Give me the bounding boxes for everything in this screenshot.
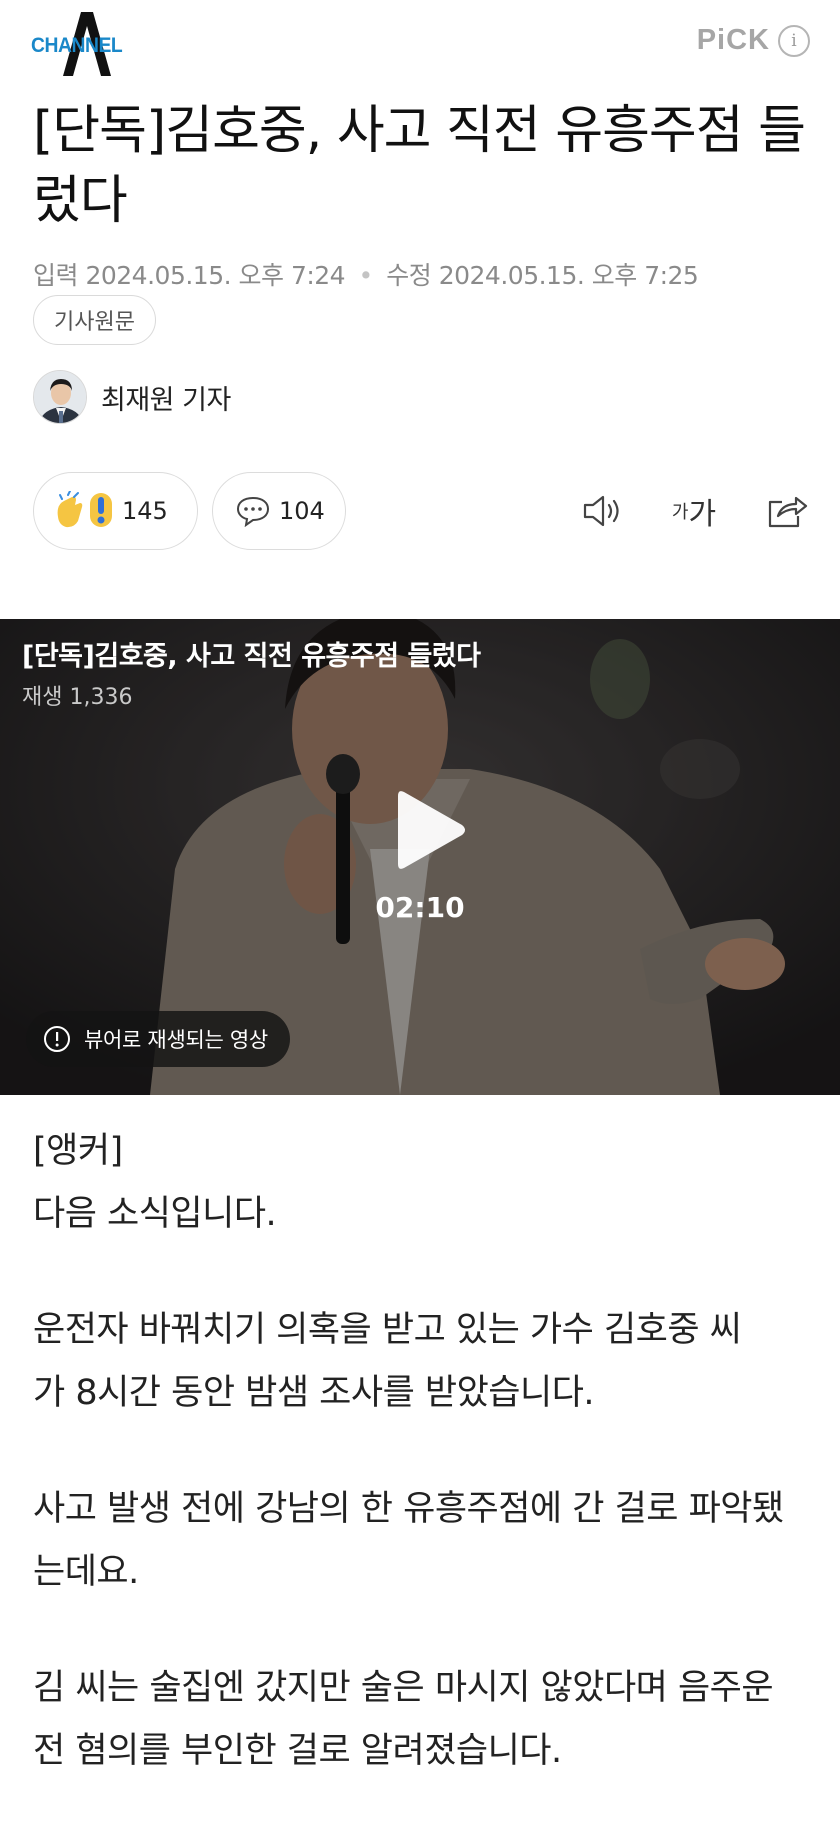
reaction-button[interactable]: 145 [33,472,198,550]
article-body: [앵커] 다음 소식입니다. 운전자 바꿔치기 의혹을 받고 있는 가수 김호중… [33,1120,813,1783]
video-title: [단독]김호중, 사고 직전 유흥주점 들렀다 [22,641,481,672]
body-paragraph-line: 는데요. [33,1552,139,1592]
avatar [33,370,87,424]
meta-separator: • [358,261,374,290]
exclamation-emoji-icon [90,493,112,527]
comment-icon [236,496,270,527]
viewer-notice-text: 뷰어로 재생되는 영상 [84,1028,268,1052]
video-player[interactable]: [단독]김호중, 사고 직전 유흥주점 들렀다 재생 1,336 02:10 뷰… [0,619,840,1095]
edit-label: 수정 [386,261,432,290]
article-meta: 입력 2024.05.15. 오후 7:24 • 수정 2024.05.15. … [33,256,699,292]
original-article-button[interactable]: 기사원문 [33,295,156,345]
share-icon [768,496,808,528]
reaction-emoji-icon [57,491,112,528]
font-size-button[interactable]: 가가 [664,488,724,534]
reporter-name: 최재원 기자 [101,384,231,416]
input-time: 2024.05.15. 오후 7:24 [85,261,346,290]
body-paragraph-line: 전 혐의를 부인한 걸로 알려졌습니다. [33,1731,562,1771]
comment-count: 104 [279,497,325,525]
video-duration: 02:10 [375,891,465,924]
font-size-big-glyph: 가 [688,497,717,532]
body-paragraph-line: 운전자 바꿔치기 의혹을 받고 있는 가수 김호중 씨 [33,1310,742,1350]
play-icon [398,791,465,869]
play-button[interactable] [385,785,475,875]
body-paragraph-line: 김 씨는 술집엔 갔지만 술은 마시지 않았다며 음주운 [33,1668,774,1708]
comment-button[interactable]: 104 [212,472,346,550]
font-size-small-glyph: 가 [671,502,689,523]
logo-text: CHANNEL [31,34,123,57]
input-label: 입력 [33,261,79,290]
body-anchor-tag: [앵커] [33,1131,123,1171]
clap-emoji-icon [57,491,83,528]
pick-badge[interactable]: PiCK i [697,24,810,57]
body-paragraph-line: 가 8시간 동안 밤샘 조사를 받았습니다. [33,1373,595,1413]
info-icon[interactable]: i [778,24,810,57]
reporter[interactable]: 최재원 기자 [33,370,231,424]
pick-label: PiCK [696,24,770,56]
top-bar: CHANNEL PiCK i [0,0,840,90]
share-button[interactable] [762,488,812,534]
speaker-icon [583,495,619,527]
reaction-count: 145 [122,497,168,525]
body-paragraph-line: 사고 발생 전에 강남의 한 유흥주점에 간 걸로 파악됐 [33,1489,784,1529]
article-title: [단독]김호중, 사고 직전 유흥주점 들렀다 [33,101,806,231]
alert-circle-icon [44,1026,70,1052]
tts-button[interactable] [578,488,628,534]
viewer-notice-badge: 뷰어로 재생되는 영상 [26,1011,290,1067]
body-paragraph: 다음 소식입니다. [33,1194,277,1234]
channel-a-logo[interactable]: CHANNEL [31,12,131,78]
edit-time: 2024.05.15. 오후 7:25 [438,261,699,290]
video-view-count: 재생 1,336 [22,685,133,710]
